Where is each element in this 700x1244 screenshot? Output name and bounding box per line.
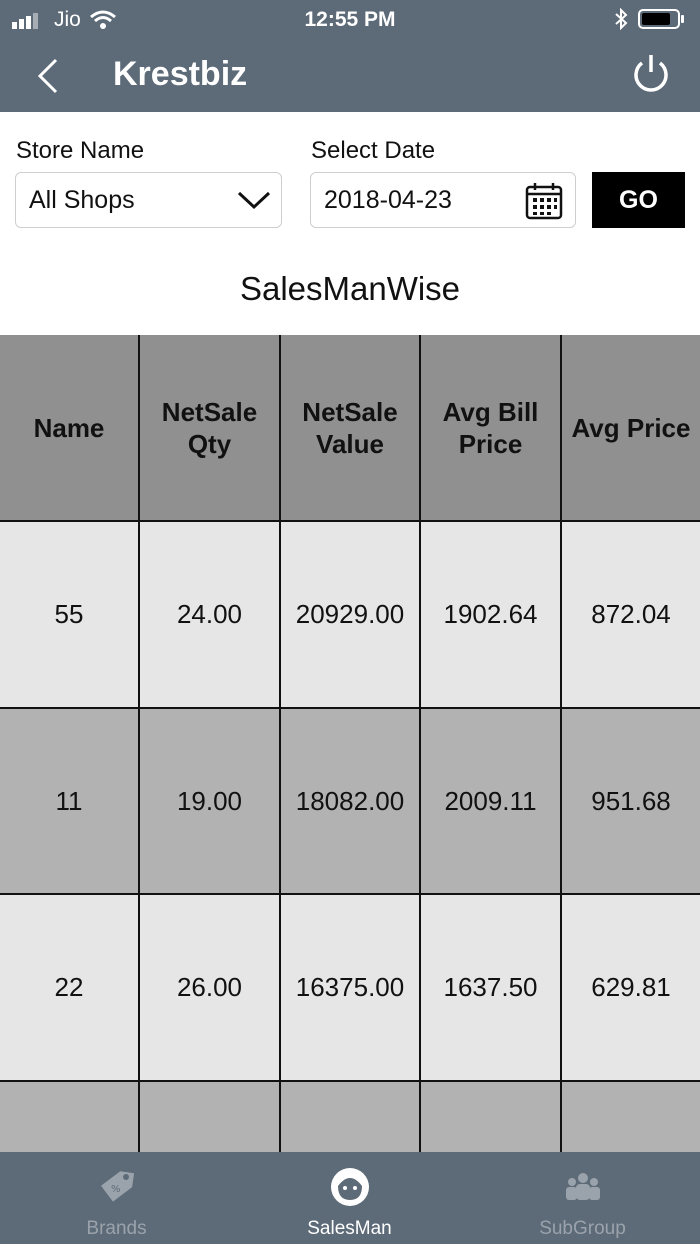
chevron-down-icon bbox=[237, 191, 271, 210]
cell-avg-price: 872.04 bbox=[562, 522, 700, 709]
table-header-row: Name NetSale Qty NetSale Value Avg Bill … bbox=[0, 335, 700, 522]
tab-label: SubGroup bbox=[539, 1218, 626, 1239]
cell-avg-price: 629.81 bbox=[562, 895, 700, 1082]
calendar-icon[interactable] bbox=[525, 182, 563, 220]
subgroup-people-icon bbox=[566, 1173, 600, 1200]
brands-tag-icon: % bbox=[101, 1171, 135, 1202]
column-header-avg-bill-price: Avg Bill Price bbox=[421, 335, 562, 522]
section-title: SalesManWise bbox=[239, 270, 461, 307]
store-select-value: All Shops bbox=[29, 186, 135, 214]
date-field-value: 2018-04-23 bbox=[324, 186, 452, 214]
column-header-netsale-value: NetSale Value bbox=[281, 335, 421, 522]
cell-netsale-value: 18082.00 bbox=[281, 709, 421, 895]
app-header: Jio 12:55 PM Krestbiz bbox=[0, 0, 700, 112]
column-header-netsale-qty: NetSale Qty bbox=[140, 335, 281, 522]
power-icon[interactable] bbox=[630, 52, 672, 96]
tab-label: SalesMan bbox=[307, 1218, 392, 1239]
status-bar: Jio 12:55 PM bbox=[0, 0, 700, 38]
tab-salesman[interactable]: SalesMan bbox=[233, 1152, 466, 1244]
cell-avg-bill-price: 1902.64 bbox=[421, 522, 562, 709]
bluetooth-icon bbox=[615, 8, 628, 30]
store-select[interactable]: All Shops bbox=[15, 172, 282, 228]
select-date-label: Select Date bbox=[311, 137, 436, 164]
table-row[interactable]: 55 24.00 20929.00 1902.64 872.04 bbox=[0, 522, 700, 709]
cell-avg-bill-price: 2009.11 bbox=[421, 709, 562, 895]
svg-text:%: % bbox=[111, 1184, 121, 1195]
battery-icon bbox=[638, 9, 684, 29]
date-field[interactable]: 2018-04-23 bbox=[310, 172, 576, 228]
cell-name: 22 bbox=[0, 895, 140, 1082]
table-row[interactable]: 11 19.00 18082.00 2009.11 951.68 bbox=[0, 709, 700, 895]
cell-avg-bill-price: 1637.50 bbox=[421, 895, 562, 1082]
page-title: Krestbiz bbox=[113, 55, 248, 93]
column-header-avg-price: Avg Price bbox=[562, 335, 700, 522]
cell-netsale-value: 20929.00 bbox=[281, 522, 421, 709]
status-time: 12:55 PM bbox=[304, 8, 396, 31]
table-row[interactable]: 22 26.00 16375.00 1637.50 629.81 bbox=[0, 895, 700, 1082]
cell-netsale-qty: 26.00 bbox=[140, 895, 281, 1082]
go-button[interactable]: GO bbox=[592, 172, 685, 228]
cell-netsale-qty: 19.00 bbox=[140, 709, 281, 895]
salesman-face-icon bbox=[331, 1168, 369, 1206]
back-icon[interactable] bbox=[30, 56, 66, 96]
tab-brands[interactable]: % Brands bbox=[0, 1152, 233, 1244]
column-header-name: Name bbox=[0, 335, 140, 522]
cell-name: 11 bbox=[0, 709, 140, 895]
cell-avg-price: 951.68 bbox=[562, 709, 700, 895]
tab-label: Brands bbox=[86, 1218, 147, 1239]
store-name-label: Store Name bbox=[16, 137, 145, 164]
tab-subgroup[interactable]: SubGroup bbox=[466, 1152, 699, 1244]
bottom-tab-bar: % Brands SalesMan SubGroup bbox=[0, 1152, 700, 1244]
cell-netsale-qty: 24.00 bbox=[140, 522, 281, 709]
cell-name: 55 bbox=[0, 522, 140, 709]
cell-netsale-value: 16375.00 bbox=[281, 895, 421, 1082]
